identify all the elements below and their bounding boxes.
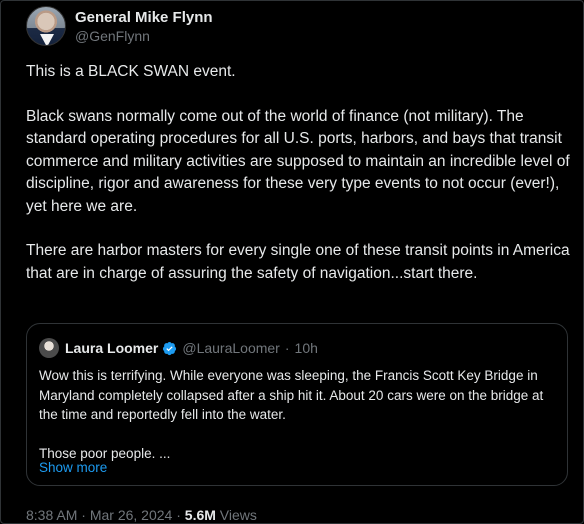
quoted-time: 10h — [294, 340, 318, 356]
quoted-separator: · — [284, 340, 290, 356]
author-handle[interactable]: @GenFlynn — [75, 27, 213, 45]
views-label: Views — [219, 507, 257, 523]
quoted-paragraph: Wow this is terrifying. While everyone w… — [39, 368, 544, 422]
tweet-header: General Mike Flynn @GenFlynn — [26, 6, 213, 46]
quoted-paragraph: Those poor people. ... — [39, 445, 171, 461]
quoted-tweet[interactable]: Laura Loomer @LauraLoomer · 10h Wow this… — [26, 323, 568, 486]
tweet-text: This is a BLACK SWAN event. Black swans … — [26, 61, 571, 307]
verified-badge-icon — [163, 341, 177, 355]
tweet-meta: 8:38 AM · Mar 26, 2024 · 5.6M Views — [26, 507, 257, 523]
tweet-date[interactable]: Mar 26, 2024 — [90, 507, 173, 523]
views-count: 5.6M — [184, 507, 216, 523]
tweet-card: General Mike Flynn @GenFlynn This is a B… — [0, 0, 584, 524]
tweet-paragraph: This is a BLACK SWAN event. — [26, 63, 236, 80]
show-more-link[interactable]: Show more — [39, 460, 107, 475]
meta-separator: · — [81, 507, 86, 523]
tweet-time[interactable]: 8:38 AM — [26, 507, 77, 523]
quoted-tweet-text: Wow this is terrifying. While everyone w… — [39, 366, 559, 482]
meta-separator: · — [176, 507, 181, 523]
tweet-paragraph: There are harbor masters for every singl… — [26, 242, 570, 282]
author-display-name[interactable]: General Mike Flynn — [75, 8, 213, 27]
author-names: General Mike Flynn @GenFlynn — [75, 8, 213, 45]
quoted-tweet-header: Laura Loomer @LauraLoomer · 10h — [39, 338, 318, 358]
quoted-author-avatar — [39, 338, 59, 358]
quoted-author-display-name: Laura Loomer — [65, 340, 159, 356]
author-avatar[interactable] — [26, 6, 66, 46]
quoted-author-handle: @LauraLoomer — [182, 340, 280, 356]
tweet-paragraph: Black swans normally come out of the wor… — [26, 107, 570, 215]
